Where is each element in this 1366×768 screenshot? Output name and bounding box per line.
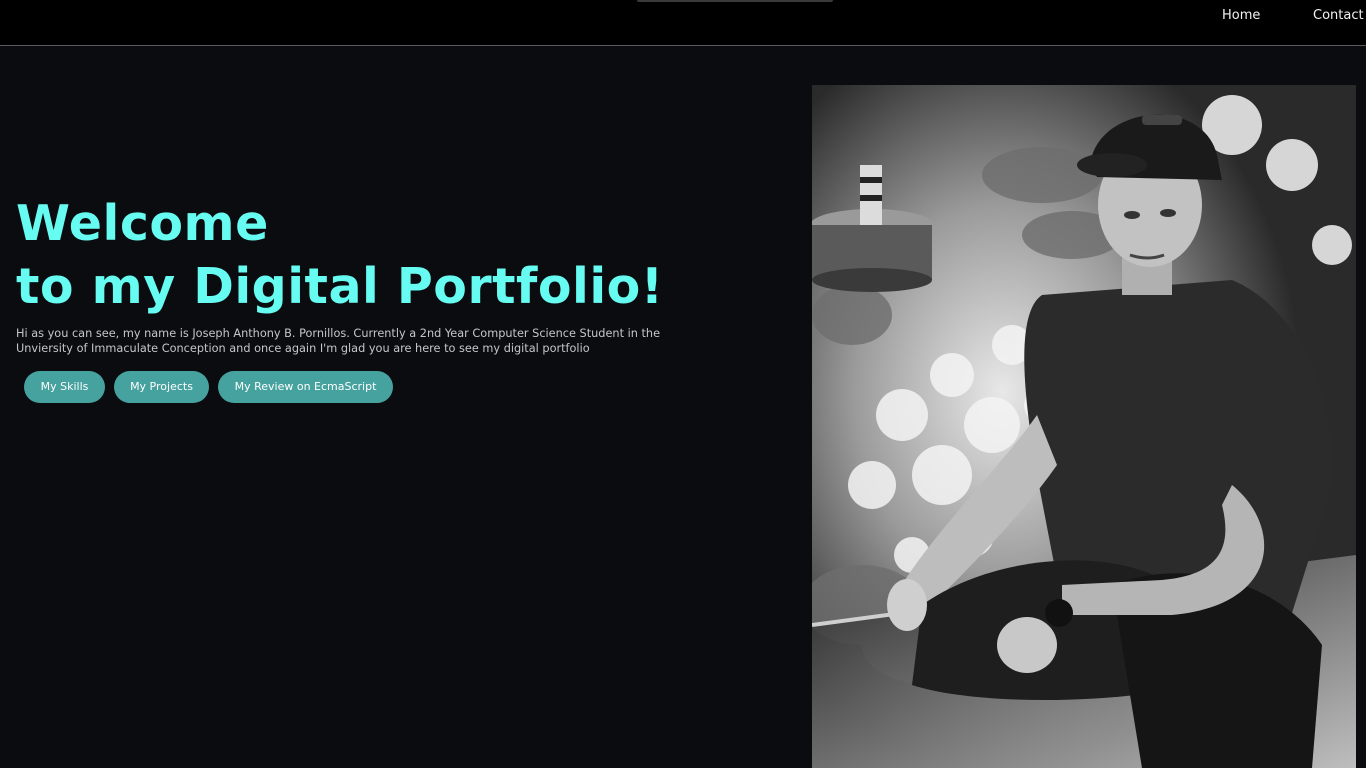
profile-photo xyxy=(812,85,1356,768)
ecmascript-review-button[interactable]: My Review on EcmaScript xyxy=(218,371,393,403)
nav-home-link[interactable]: Home xyxy=(1222,7,1260,25)
profile-photo-illustration xyxy=(812,85,1356,768)
top-navbar: Home Contact xyxy=(0,0,1366,46)
hero-title-line-2: to my Digital Portfolio! xyxy=(16,258,664,315)
hero-intro-text: Hi as you can see, my name is Joseph Ant… xyxy=(16,327,661,355)
nav-contact-link[interactable]: Contact xyxy=(1313,7,1364,25)
navbar-notch xyxy=(637,0,833,2)
hero-title-line-1: Welcome xyxy=(16,195,269,252)
my-projects-button[interactable]: My Projects xyxy=(114,371,209,403)
my-skills-button[interactable]: My Skills xyxy=(24,371,105,403)
hero-title: Welcome to my Digital Portfolio! xyxy=(16,192,664,318)
